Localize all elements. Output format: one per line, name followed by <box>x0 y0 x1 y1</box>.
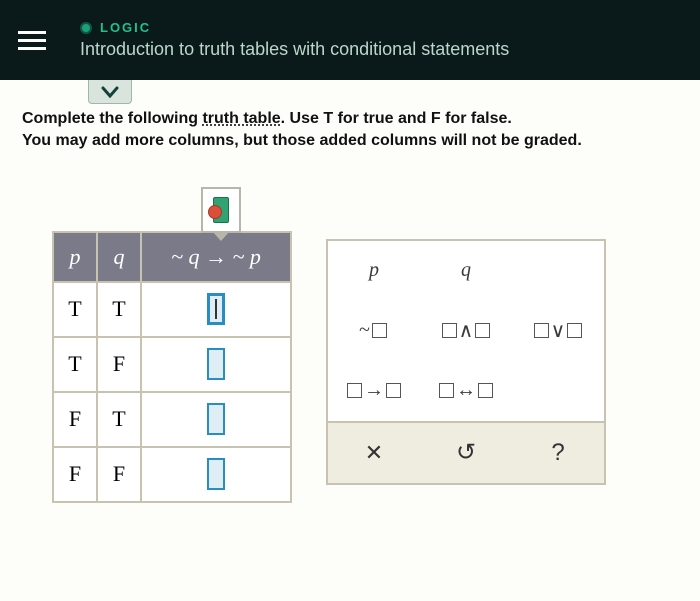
menu-icon[interactable] <box>18 26 46 54</box>
placeholder-icon <box>347 383 362 398</box>
question-content: Complete the following truth table. Use … <box>0 80 700 503</box>
chevron-down-icon <box>101 86 119 98</box>
answer-cell[interactable] <box>141 282 291 337</box>
table-row: T F <box>53 337 291 392</box>
truth-table-glossary-link[interactable]: truth table <box>202 110 280 127</box>
table-row: T T <box>53 282 291 337</box>
placeholder-icon <box>439 383 454 398</box>
placeholder-icon <box>567 323 582 338</box>
cell-p: F <box>53 447 97 502</box>
cell-q: F <box>97 447 141 502</box>
placeholder-icon <box>478 383 493 398</box>
input-placeholder-icon <box>207 348 225 380</box>
help-icon: ? <box>551 439 564 467</box>
palette-p-button[interactable]: p <box>328 241 420 301</box>
placeholder-icon <box>372 323 387 338</box>
table-row: F T <box>53 392 291 447</box>
palette-or-button[interactable]: ∨ <box>512 301 604 361</box>
category-label: LOGIC <box>100 20 151 35</box>
palette-q-button[interactable]: q <box>420 241 512 301</box>
cell-q: T <box>97 392 141 447</box>
close-icon: ✕ <box>365 440 383 466</box>
placeholder-icon <box>475 323 490 338</box>
col-header-p: p <box>53 232 97 282</box>
lesson-title: Introduction to truth tables with condit… <box>80 39 509 60</box>
palette-and-button[interactable]: ∧ <box>420 301 512 361</box>
instructions-text: Complete the following truth table. Use … <box>22 108 678 153</box>
answer-cell[interactable] <box>141 392 291 447</box>
undo-button[interactable]: ↺ <box>420 423 512 483</box>
input-placeholder-icon <box>207 403 225 435</box>
col-header-q: q <box>97 232 141 282</box>
title-block: LOGIC Introduction to truth tables with … <box>80 20 509 60</box>
add-column-icon <box>213 197 229 223</box>
text-cursor-icon <box>207 293 225 325</box>
answer-cell[interactable] <box>141 337 291 392</box>
cell-p: T <box>53 282 97 337</box>
lesson-dropdown[interactable] <box>88 80 132 104</box>
clear-button[interactable]: ✕ <box>328 423 420 483</box>
cell-p: F <box>53 392 97 447</box>
status-dot-icon <box>80 22 92 34</box>
palette-spacer <box>512 241 604 301</box>
palette-biconditional-button[interactable]: ↔ <box>420 361 512 421</box>
app-header: LOGIC Introduction to truth tables with … <box>0 0 700 80</box>
workspace: p q ~ q → ~ p T T T F F T <box>22 187 678 503</box>
input-placeholder-icon <box>207 458 225 490</box>
palette-spacer <box>512 361 604 421</box>
placeholder-icon <box>442 323 457 338</box>
add-column-button[interactable] <box>201 187 241 233</box>
cell-q: F <box>97 337 141 392</box>
table-header-row: p q ~ q → ~ p <box>53 232 291 282</box>
palette-not-button[interactable]: ~ <box>328 301 420 361</box>
answer-cell[interactable] <box>141 447 291 502</box>
table-row: F F <box>53 447 291 502</box>
placeholder-icon <box>386 383 401 398</box>
palette-conditional-button[interactable]: → <box>328 361 420 421</box>
placeholder-icon <box>534 323 549 338</box>
truth-table: p q ~ q → ~ p T T T F F T <box>52 231 292 503</box>
cell-p: T <box>53 337 97 392</box>
help-button[interactable]: ? <box>512 423 604 483</box>
symbol-palette: p q ~ ∧ ∨ → ↔ ✕ ↺ ? <box>326 239 606 485</box>
undo-icon: ↺ <box>456 438 476 467</box>
cell-q: T <box>97 282 141 337</box>
